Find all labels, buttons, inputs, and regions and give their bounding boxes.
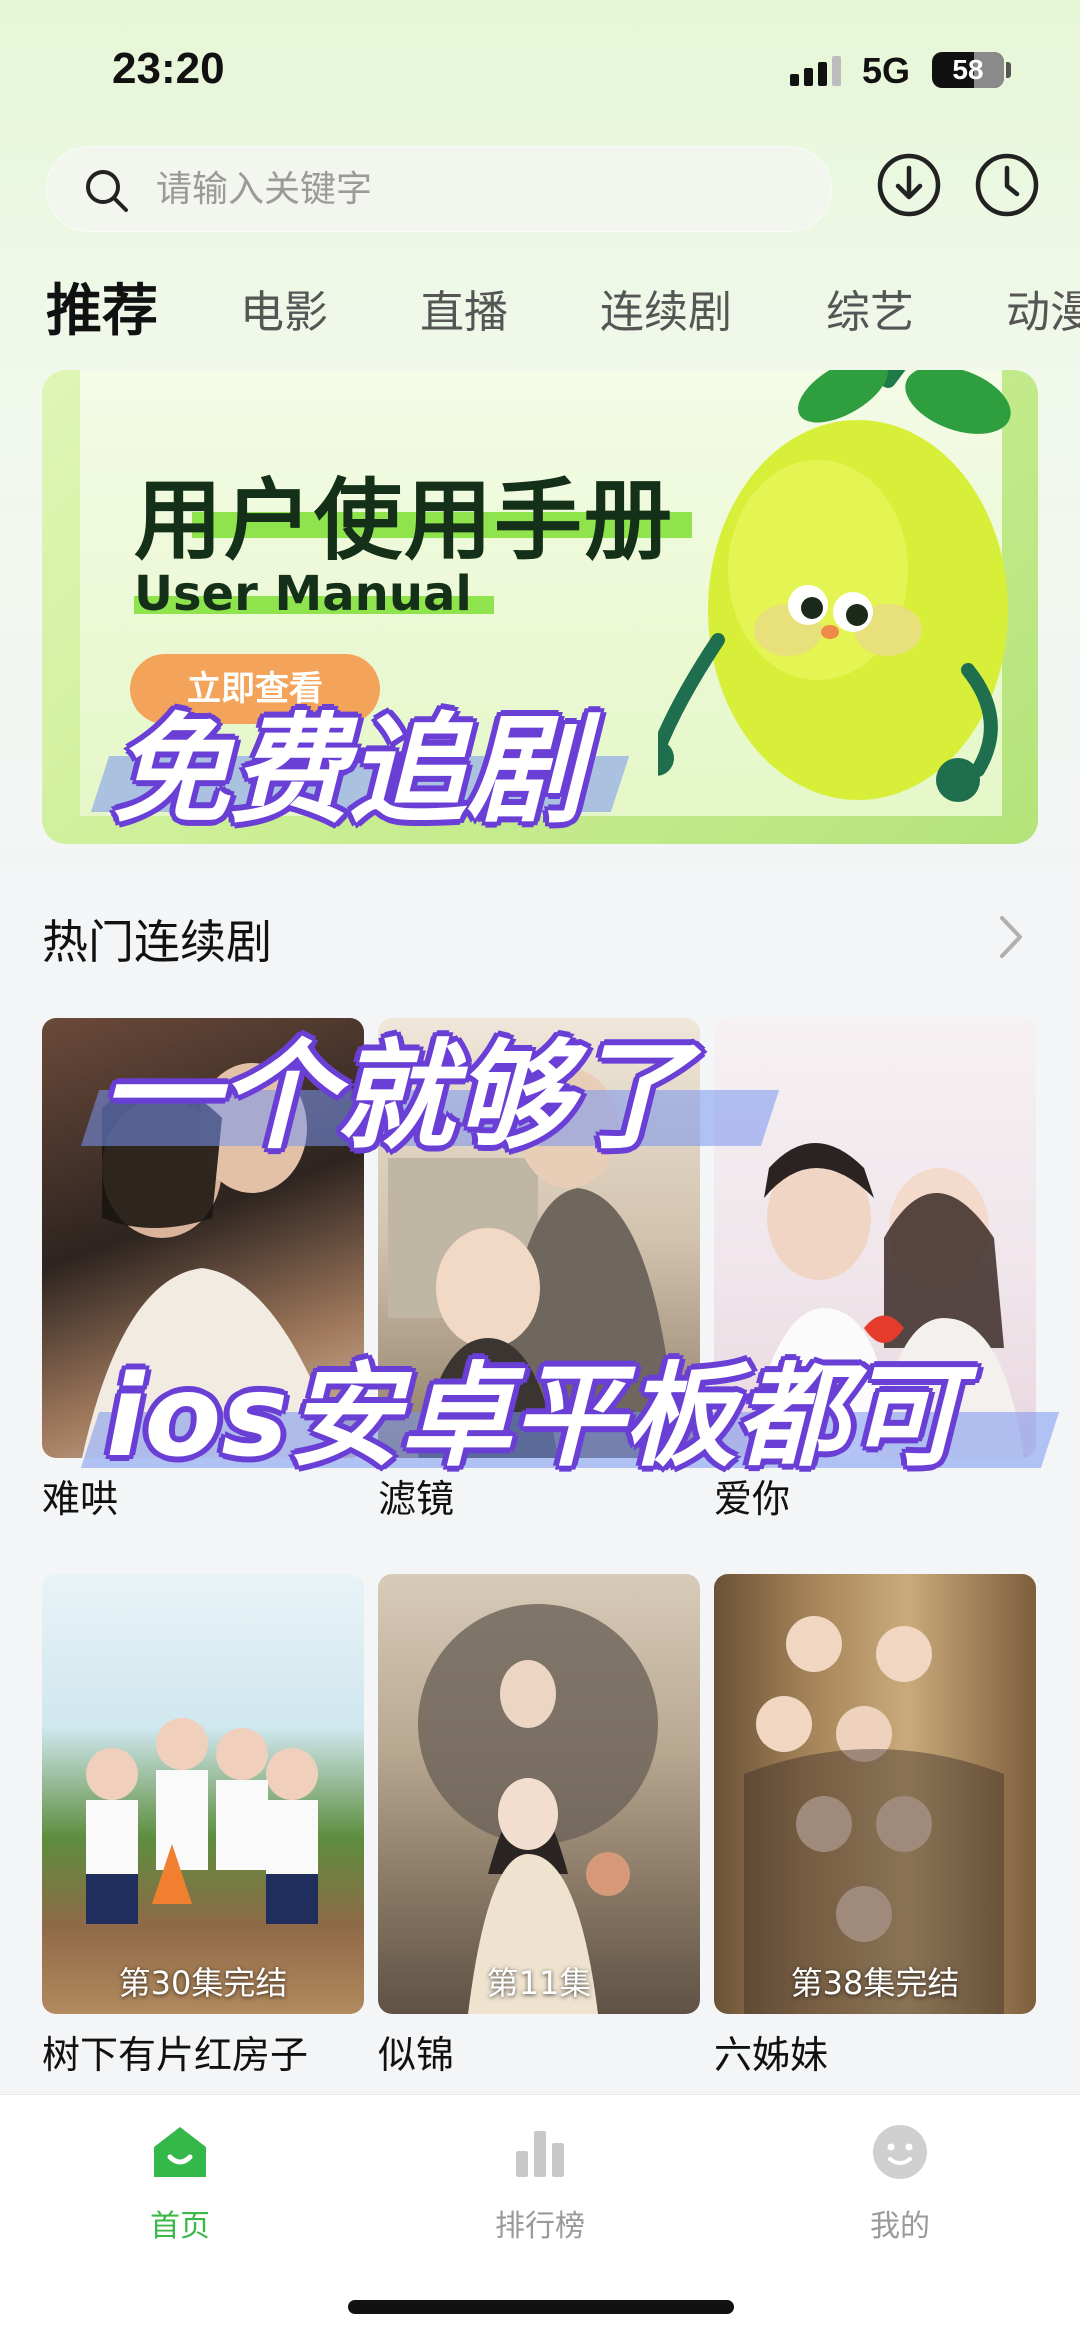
nav-ranking[interactable]: 排行榜: [440, 2123, 640, 2245]
nav-ranking-label: 排行榜: [495, 2209, 585, 2244]
status-bar: 23:20 5G 58: [0, 0, 1080, 140]
search-icon: [86, 170, 128, 212]
nav-home[interactable]: 首页: [80, 2123, 280, 2245]
show-card[interactable]: 第30集完结 树下有片红房子: [42, 1574, 364, 2079]
show-poster[interactable]: 第11集: [378, 1574, 700, 2014]
promo-overlay-line2: 一个就够了: [100, 1027, 691, 1165]
search-input[interactable]: [156, 160, 796, 218]
tab-series[interactable]: 连续剧: [600, 276, 732, 340]
show-title: 树下有片红房子: [42, 2033, 309, 2077]
battery-icon: 58: [932, 52, 1004, 88]
lemon-mascot-icon: [658, 370, 1011, 802]
promo-overlay-line3: ios安卓平板都可: [106, 1352, 960, 1482]
signal-icon: [790, 56, 841, 86]
show-poster[interactable]: 第38集完结: [714, 1574, 1036, 2014]
tab-live[interactable]: 直播: [420, 276, 508, 340]
show-poster[interactable]: 第30集完结: [42, 1574, 364, 2014]
banner-subtitle: User Manual: [134, 566, 472, 622]
episode-badge: 第38集完结: [790, 1964, 960, 2002]
status-time: 23:20: [112, 44, 225, 93]
tab-recommend[interactable]: 推荐: [46, 266, 158, 347]
download-icon[interactable]: [874, 150, 944, 220]
poster-art: [86, 1718, 318, 1924]
home-indicator[interactable]: [348, 2300, 734, 2314]
category-tabs: 推荐 电影 直播 连续剧 综艺 动漫: [0, 264, 1080, 354]
nav-profile-label: 我的: [870, 2209, 930, 2244]
banner-title: 用户使用手册: [134, 469, 675, 572]
section-title: 热门连续剧: [42, 915, 272, 969]
poster-art: [418, 1604, 658, 2014]
battery-percent: 58: [952, 54, 984, 85]
show-title: 六姊妹: [714, 2033, 829, 2077]
nav-home-label: 首页: [150, 2209, 210, 2244]
tab-anime[interactable]: 动漫: [1006, 276, 1080, 340]
home-icon: [154, 2127, 206, 2177]
battery-tip: [1006, 62, 1011, 78]
nav-profile[interactable]: 我的: [800, 2123, 1000, 2245]
tab-movies[interactable]: 电影: [240, 276, 328, 340]
promo-overlay-line1: 免费追剧: [112, 701, 585, 839]
episode-badge: 第11集: [486, 1964, 592, 2002]
episode-badge: 第30集完结: [118, 1964, 288, 2002]
network-type: 5G: [862, 50, 911, 91]
chevron-right-icon[interactable]: [996, 912, 1026, 962]
show-card[interactable]: 第11集 似锦: [378, 1574, 700, 2079]
show-card[interactable]: 第38集完结 六姊妹: [714, 1574, 1036, 2079]
tab-variety[interactable]: 综艺: [826, 276, 914, 340]
profile-face-icon: [873, 2125, 927, 2179]
search-bar[interactable]: [46, 146, 832, 232]
poster-art: [744, 1616, 1004, 2014]
show-title: 似锦: [378, 2033, 455, 2077]
history-clock-icon[interactable]: [972, 150, 1042, 220]
bar-chart-icon: [516, 2131, 564, 2177]
